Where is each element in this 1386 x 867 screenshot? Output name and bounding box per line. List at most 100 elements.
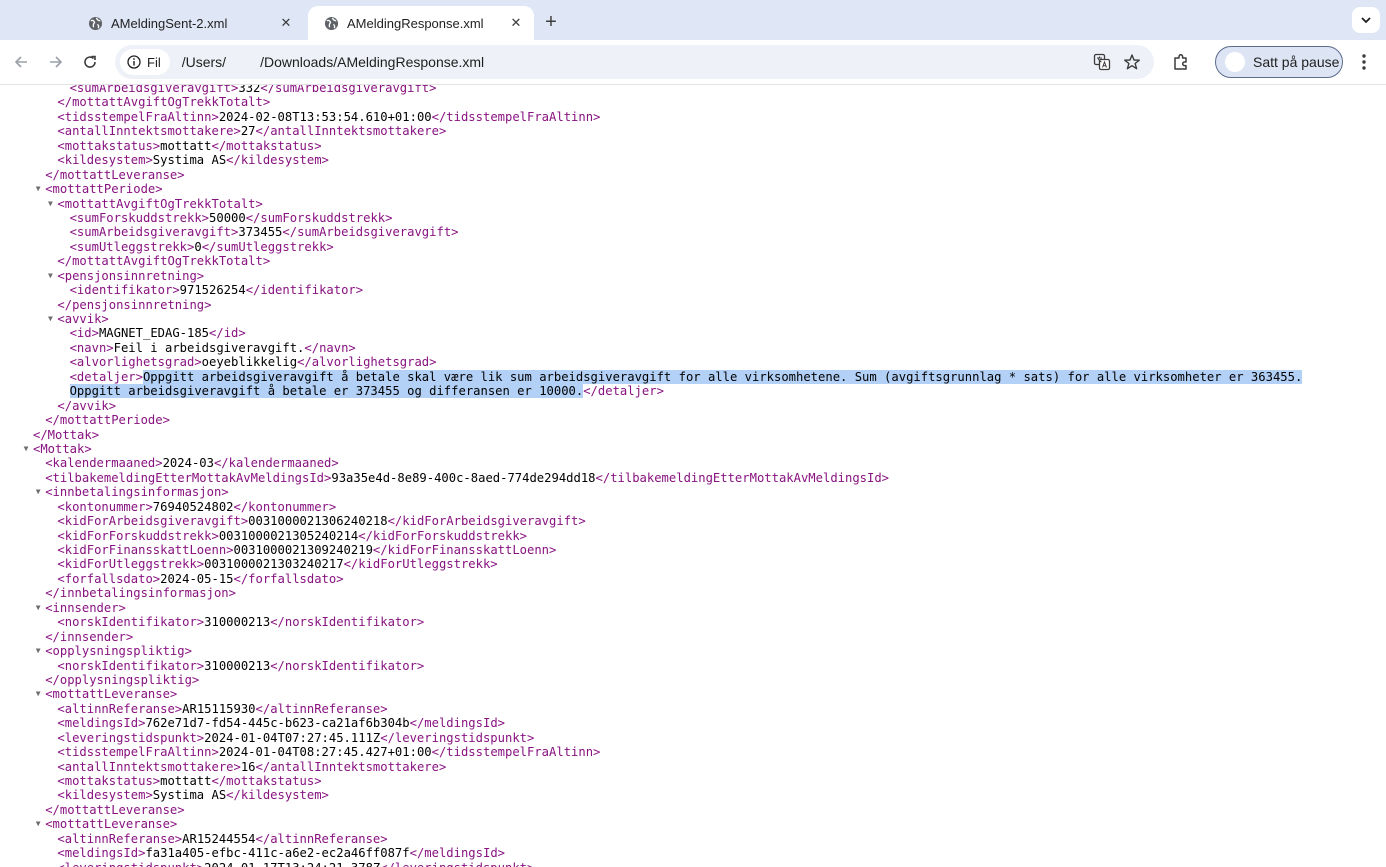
tab-search-button[interactable] <box>1352 7 1380 33</box>
extensions-button[interactable] <box>1168 49 1194 75</box>
collapse-toggle-icon[interactable]: ▼ <box>20 442 32 456</box>
xml-text-value: AR15115930 <box>182 701 256 716</box>
xml-line: ▼ <mottattLeveranse> <box>0 687 1302 701</box>
xml-open-tag: <antallInntektsmottakere> <box>57 124 241 139</box>
xml-open-tag: <pensjonsinnretning> <box>57 268 205 283</box>
xml-open-tag: <meldingsId> <box>57 716 146 731</box>
close-icon[interactable]: ✕ <box>508 15 524 31</box>
globe-icon <box>324 16 339 30</box>
xml-text-value: mottatt <box>160 774 212 788</box>
site-info-chip[interactable]: Fil <box>120 49 170 75</box>
collapse-toggle-icon[interactable]: ▼ <box>32 485 44 499</box>
xml-line: ▼ <opplysningspliktig> <box>0 644 1302 658</box>
xml-open-tag: <mottakstatus> <box>57 138 161 153</box>
xml-text-value: 76940524802 <box>152 499 234 514</box>
xml-open-tag: <kidForUtleggstrekk> <box>57 557 205 572</box>
bookmark-button[interactable] <box>1120 50 1144 74</box>
xml-open-tag: <kidForArbeidsgiveravgift> <box>57 514 249 529</box>
xml-line: <kalendermaaned>2024-03</kalendermaaned> <box>0 456 1302 470</box>
xml-line: </avvik> <box>0 399 1302 413</box>
collapse-toggle-icon[interactable]: ▼ <box>44 197 56 211</box>
address-bar[interactable]: Fil /Users/ /Downloads/AMeldingResponse.x… <box>115 45 1154 79</box>
xml-text-value: 0031000021306240218 <box>248 514 388 529</box>
xml-line: <mottakstatus>mottatt</mottakstatus> <box>0 774 1302 788</box>
xml-text-value: 0031000021305240214 <box>218 528 359 543</box>
xml-line: </mottattLeveranse> <box>0 168 1302 182</box>
forward-button[interactable] <box>42 48 70 76</box>
xml-open-tag: <kalendermaaned> <box>45 456 163 471</box>
xml-text-value: MAGNET_EDAG-185 <box>98 326 210 341</box>
xml-open-tag: <innsender> <box>45 600 126 615</box>
xml-text-value: 2024-02-08T13:53:54.610+01:00 <box>218 109 432 124</box>
xml-line: </Mottak> <box>0 428 1302 442</box>
xml-line: </innbetalingsinformasjon> <box>0 586 1302 600</box>
xml-line: <identifikator>971526254</identifikator> <box>0 283 1302 297</box>
xml-close-tag: </forfallsdato> <box>233 571 344 586</box>
collapse-toggle-icon[interactable]: ▼ <box>32 687 44 701</box>
xml-close-tag: </kidForFinansskattLoenn> <box>372 543 557 557</box>
collapse-toggle-icon[interactable]: ▼ <box>32 182 44 196</box>
xml-close-tag: </norskIdentifikator> <box>270 658 425 673</box>
close-icon[interactable]: ✕ <box>278 15 294 31</box>
tab-amelding-response[interactable]: AMeldingResponse.xml ✕ <box>308 6 534 40</box>
xml-open-tag: <leveringstidspunkt> <box>57 730 205 745</box>
tab-amelding-sent[interactable]: AMeldingSent-2.xml ✕ <box>72 6 304 40</box>
xml-close-tag: </mottattLeveranse> <box>45 802 185 817</box>
redacted-username <box>226 55 260 67</box>
xml-open-tag: <opplysningspliktig> <box>45 644 192 659</box>
xml-line: </mottattAvgiftOgTrekkTotalt> <box>0 95 1302 109</box>
new-tab-button[interactable]: + <box>537 8 565 36</box>
xml-text-value: 2024-01-17T13:24:21.378Z <box>204 861 380 867</box>
browser-menu-button[interactable] <box>1352 49 1376 75</box>
xml-line: <alvorlighetsgrad>oeyeblikkelig</alvorli… <box>0 355 1302 369</box>
xml-open-tag: <mottattPeriode> <box>45 182 163 197</box>
collapse-toggle-icon[interactable]: ▼ <box>44 312 56 326</box>
xml-text-value: 2024-05-15 <box>160 571 234 586</box>
translate-button[interactable] <box>1090 50 1114 74</box>
xml-open-tag: <identifikator> <box>69 283 180 298</box>
reload-button[interactable] <box>76 48 104 76</box>
xml-close-tag: </sumArbeidsgiveravgift> <box>282 225 459 240</box>
xml-close-tag: </meldingsId> <box>409 716 505 731</box>
xml-line: <id>MAGNET_EDAG-185</id> <box>0 326 1302 340</box>
profile-button[interactable]: Satt på pause <box>1215 46 1343 78</box>
xml-close-tag: </Mottak> <box>33 427 100 442</box>
star-icon <box>1124 54 1140 70</box>
xml-open-tag: <mottakstatus> <box>57 774 161 788</box>
xml-open-tag: <avvik> <box>57 312 109 326</box>
collapse-toggle-icon[interactable]: ▼ <box>32 601 44 615</box>
info-icon <box>127 55 141 69</box>
xml-open-tag: <sumArbeidsgiveravgift> <box>69 225 239 240</box>
xml-close-tag: </sumForskuddstrekk> <box>245 210 393 225</box>
xml-text-value: 310000213 <box>204 615 271 630</box>
xml-text-value: 310000213 <box>204 658 271 673</box>
profile-status-label: Satt på pause <box>1253 54 1340 70</box>
collapse-toggle-icon[interactable]: ▼ <box>44 269 56 283</box>
xml-text-value: 373455 <box>238 225 283 240</box>
xml-close-tag: </kildesystem> <box>226 153 329 168</box>
collapse-toggle-icon[interactable]: ▼ <box>32 817 44 831</box>
xml-close-tag: </tidsstempelFraAltinn> <box>431 109 601 124</box>
xml-close-tag: </meldingsId> <box>409 846 505 861</box>
xml-text-value: Feil i arbeidsgiveravgift. <box>113 340 305 355</box>
xml-close-tag: </innsender> <box>45 629 134 644</box>
xml-close-tag: </navn> <box>304 340 356 355</box>
xml-open-tag: <forfallsdato> <box>57 571 161 586</box>
xml-line: </pensjonsinnretning> <box>0 298 1302 312</box>
xml-line: </mottattAvgiftOgTrekkTotalt> <box>0 254 1302 268</box>
xml-line: <kidForFinansskattLoenn>0031000021309240… <box>0 543 1302 557</box>
xml-line: ▼ <pensjonsinnretning> <box>0 269 1302 283</box>
xml-open-tag: <antallInntektsmottakere> <box>57 759 241 774</box>
back-button[interactable] <box>7 48 35 76</box>
kebab-menu-icon <box>1362 54 1366 70</box>
collapse-toggle-icon[interactable]: ▼ <box>32 644 44 658</box>
xml-line: <leveringstidspunkt>2024-01-04T07:27:45.… <box>0 731 1302 745</box>
xml-tree: <sumArbeidsgiveravgift>332</sumArbeidsgi… <box>0 85 1303 867</box>
xml-text-value: 2024-01-04T08:27:45.427+01:00 <box>218 745 432 760</box>
xml-close-tag: </mottattAvgiftOgTrekkTotalt> <box>57 254 271 269</box>
tab-title: AMeldingResponse.xml <box>347 15 484 31</box>
xml-line: ▼ <innbetalingsinformasjon> <box>0 485 1302 499</box>
xml-text-value: AR15244554 <box>182 831 256 846</box>
xml-text-value: 16 <box>240 759 256 774</box>
xml-open-tag: <kildesystem> <box>57 788 153 803</box>
